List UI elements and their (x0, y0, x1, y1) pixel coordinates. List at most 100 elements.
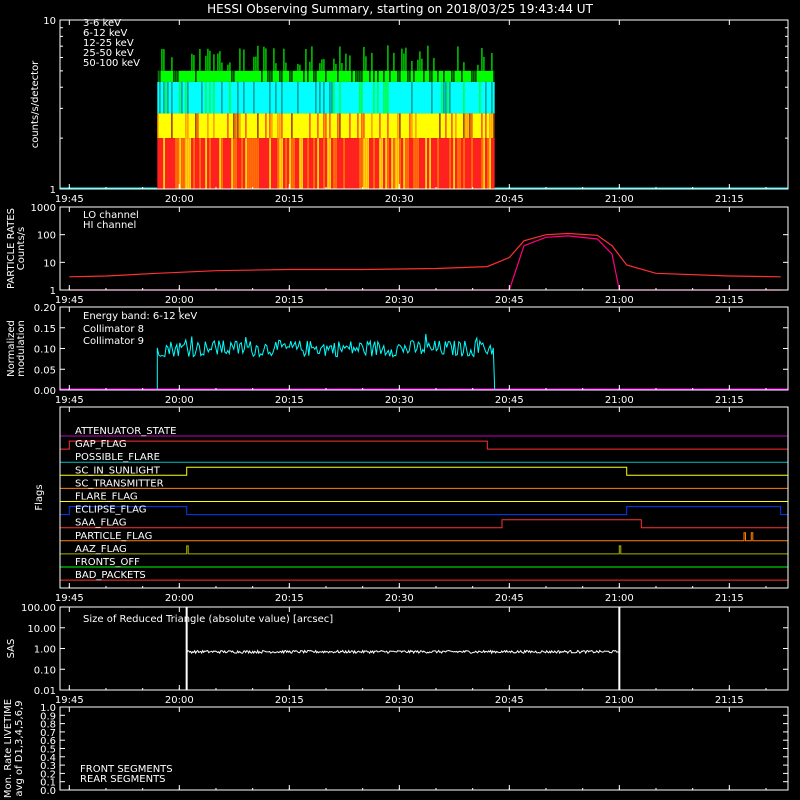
band-stripe (285, 138, 287, 189)
band-stripe (231, 138, 233, 189)
band-stripe (453, 138, 455, 189)
y-axis-label: Flags (34, 484, 45, 510)
band-stripe (291, 113, 293, 139)
band-stripe (397, 70, 399, 82)
band-stripe (173, 70, 175, 82)
y-tick-label: 0.10 (34, 665, 56, 676)
time-tick-label: 20:00 (165, 295, 194, 306)
band-stripe (233, 113, 235, 139)
band-stripe (345, 53, 347, 71)
band-stripe (491, 113, 493, 139)
band-stripe (209, 138, 211, 189)
y-tick-label: 0.00 (34, 386, 56, 397)
band-stripe (253, 138, 255, 189)
flag-label: FRONTS_OFF (75, 557, 140, 568)
band-stripe (415, 138, 417, 189)
band-stripe (405, 138, 407, 189)
band-stripe (317, 113, 319, 139)
band-stripe (279, 113, 281, 139)
band-stripe (355, 70, 357, 82)
band-stripe (393, 138, 395, 189)
band-stripe (171, 57, 173, 71)
band-stripe (331, 81, 333, 114)
band-stripe (369, 70, 371, 82)
time-tick-label: 21:00 (605, 194, 634, 205)
band-stripe (221, 138, 223, 189)
band-stripe (281, 81, 283, 114)
band-stripe (281, 70, 283, 82)
band-stripe (231, 70, 233, 82)
y-tick-label: 0.10 (34, 345, 56, 356)
time-tick-label: 19:45 (55, 295, 84, 306)
band-stripe (235, 113, 237, 139)
y-tick-label: 0.15 (34, 324, 56, 335)
flag-trace-eclipse_flag (60, 506, 788, 516)
time-tick-label: 20:30 (385, 194, 414, 205)
flag-trace-particle_flag (60, 532, 788, 542)
band-stripe (185, 138, 187, 189)
band-stripe (491, 81, 493, 114)
band-stripe (221, 62, 223, 71)
time-tick-label: 21:15 (715, 695, 744, 706)
band-stripe (205, 138, 207, 189)
y-tick-label: 10 (43, 258, 56, 269)
band-stripe (253, 56, 255, 71)
time-tick-label: 20:15 (275, 295, 304, 306)
band-stripe (373, 70, 375, 82)
time-tick-label: 21:15 (715, 593, 744, 604)
band-stripe (245, 138, 247, 189)
band-stripe (371, 113, 373, 139)
time-tick-label: 20:45 (495, 295, 524, 306)
flag-label: SAA_FLAG (75, 518, 126, 529)
band-stripe (387, 81, 389, 114)
legend-entry: Collimator 9 (83, 336, 144, 347)
band-stripe (309, 61, 311, 71)
flag-label: PARTICLE_FLAG (75, 531, 152, 542)
plot-title: HESSI Observing Summary, starting on 201… (207, 2, 593, 16)
y-axis-label-units: Counts/s (16, 227, 27, 271)
band-stripe (485, 81, 487, 114)
band-stripe (391, 138, 393, 189)
band-stripe (175, 138, 177, 189)
band-stripe (453, 70, 455, 82)
band-stripe (317, 138, 319, 189)
flag-trace-gap_flag (60, 440, 788, 450)
time-tick-label: 20:30 (385, 695, 414, 706)
band-stripe (445, 81, 447, 114)
band-stripe (421, 58, 423, 71)
band-stripe (333, 58, 335, 71)
band-stripe (425, 138, 427, 189)
band-stripe (273, 48, 275, 71)
band-stripe (471, 70, 473, 82)
band-stripe (281, 138, 283, 189)
band-stripe (463, 113, 465, 139)
band-stripe (285, 62, 287, 71)
band-stripe (485, 113, 487, 139)
band-stripe (463, 138, 465, 189)
series-HI-channel (69, 235, 781, 291)
band-stripe (371, 52, 373, 71)
band-stripe (269, 70, 271, 82)
time-tick-label: 20:00 (165, 194, 194, 205)
flag-label: BAD_PACKETS (75, 570, 146, 581)
band-stripe (415, 113, 417, 139)
band-stripe (403, 138, 405, 189)
band-stripe (327, 138, 329, 189)
band-stripe (229, 62, 231, 71)
band-stripe (411, 81, 413, 114)
band-stripe (247, 138, 249, 189)
band-stripe (205, 81, 207, 114)
band-stripe (291, 138, 293, 189)
band-stripe (219, 138, 221, 189)
band-stripe (481, 138, 483, 189)
band-stripe (339, 113, 341, 139)
band-stripe (197, 113, 199, 139)
band-stripe (351, 70, 353, 82)
band-stripe (431, 70, 433, 82)
band-stripe (459, 138, 461, 189)
band-stripe (243, 49, 245, 71)
band-stripe (271, 113, 273, 139)
time-tick-label: 20:15 (275, 395, 304, 406)
band-stripe (361, 138, 363, 189)
panel-6-frame (59, 706, 789, 791)
